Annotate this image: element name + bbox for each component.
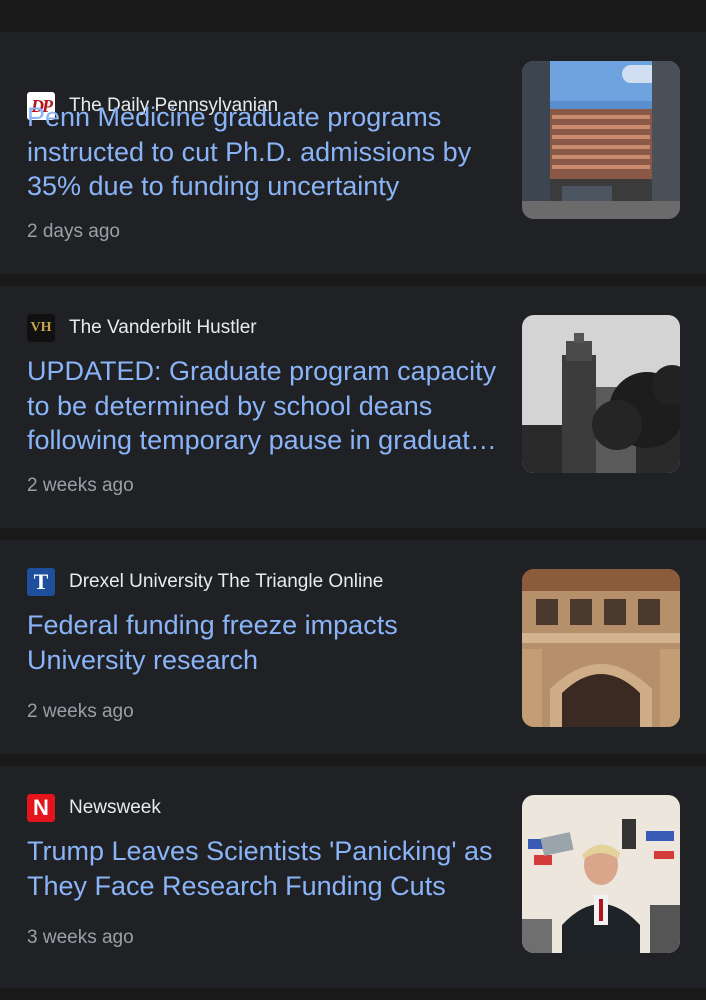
article-card[interactable]: DP The Daily Pennsylvanian Penn Medicine… bbox=[0, 32, 706, 274]
headline-link[interactable]: Trump Leaves Scientists 'Panicking' as T… bbox=[27, 834, 497, 903]
source-row: N Newsweek bbox=[27, 794, 161, 822]
source-name[interactable]: Newsweek bbox=[69, 794, 161, 822]
source-name[interactable]: Drexel University The Triangle Online bbox=[69, 568, 383, 596]
timestamp: 3 weeks ago bbox=[27, 927, 134, 948]
newsweek-logo-icon: N bbox=[27, 794, 55, 822]
timestamp: 2 days ago bbox=[27, 221, 120, 242]
arch-building-photo-icon bbox=[522, 569, 680, 727]
source-row: T Drexel University The Triangle Online bbox=[27, 568, 383, 596]
timestamp: 2 weeks ago bbox=[27, 475, 134, 496]
timestamp: 2 weeks ago bbox=[27, 701, 134, 722]
article-card[interactable]: VH The Vanderbilt Hustler UPDATED: Gradu… bbox=[0, 286, 706, 528]
article-card[interactable]: N Newsweek Trump Leaves Scientists 'Pani… bbox=[0, 766, 706, 988]
article-thumbnail[interactable] bbox=[522, 61, 680, 219]
logo-text: N bbox=[33, 795, 49, 820]
vanderbilt-hustler-logo-icon: VH bbox=[27, 314, 55, 342]
logo-text: T bbox=[33, 569, 49, 594]
article-card[interactable]: T Drexel University The Triangle Online … bbox=[0, 540, 706, 754]
headline-link[interactable]: Federal funding freeze impacts Universit… bbox=[27, 608, 497, 677]
building-photo-icon bbox=[522, 61, 680, 219]
article-thumbnail[interactable] bbox=[522, 315, 680, 473]
article-thumbnail[interactable] bbox=[522, 795, 680, 953]
article-thumbnail[interactable] bbox=[522, 569, 680, 727]
news-feed: DP The Daily Pennsylvanian Penn Medicine… bbox=[0, 0, 706, 1000]
logo-text: VH bbox=[30, 320, 52, 335]
headline-link[interactable]: Penn Medicine graduate programs instruct… bbox=[27, 100, 497, 204]
source-row: VH The Vanderbilt Hustler bbox=[27, 314, 257, 342]
headline-link[interactable]: UPDATED: Graduate program capacity to be… bbox=[27, 354, 497, 458]
collage-photo-icon bbox=[522, 795, 680, 953]
source-name[interactable]: The Vanderbilt Hustler bbox=[69, 314, 257, 342]
triangle-logo-icon: T bbox=[27, 568, 55, 596]
tower-photo-icon bbox=[522, 315, 680, 473]
